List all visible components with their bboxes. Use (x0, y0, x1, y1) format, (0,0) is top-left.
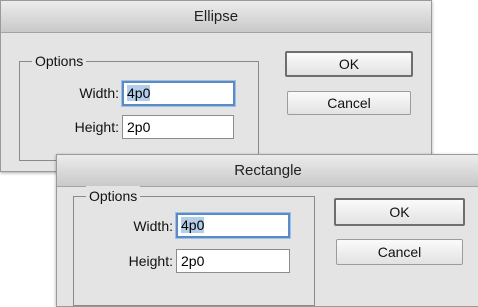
ellipse-width-value: 4p0 (127, 85, 151, 101)
rectangle-dialog-title: Rectangle (57, 155, 478, 187)
rectangle-width-field[interactable]: 4p0 (176, 213, 290, 238)
ellipse-cancel-button[interactable]: Cancel (287, 91, 411, 115)
rectangle-height-value: 2p0 (181, 253, 205, 269)
ellipse-height-value: 2p0 (127, 119, 151, 135)
rectangle-width-label: Width: (133, 218, 173, 234)
rectangle-dialog: Rectangle Options Width: 4p0 Height: 2p0… (56, 154, 478, 307)
rectangle-height-field[interactable]: 2p0 (176, 249, 290, 273)
ellipse-dialog-title: Ellipse (1, 1, 431, 33)
ellipse-options-group: Options (19, 51, 259, 161)
rectangle-cancel-button[interactable]: Cancel (336, 239, 463, 265)
ellipse-width-field[interactable]: 4p0 (122, 81, 235, 106)
ellipse-width-label: Width: (79, 85, 119, 101)
ellipse-ok-button[interactable]: OK (285, 51, 413, 77)
ellipse-options-legend: Options (32, 51, 87, 71)
rectangle-width-value: 4p0 (181, 217, 205, 233)
rectangle-height-label: Height: (128, 253, 173, 269)
ellipse-height-label: Height: (74, 119, 119, 135)
ellipse-dialog: Ellipse Options Width: 4p0 Height: 2p0 O… (0, 0, 432, 172)
rectangle-ok-button[interactable]: OK (334, 198, 465, 226)
ellipse-height-field[interactable]: 2p0 (122, 115, 234, 139)
rectangle-options-legend: Options (86, 186, 141, 206)
